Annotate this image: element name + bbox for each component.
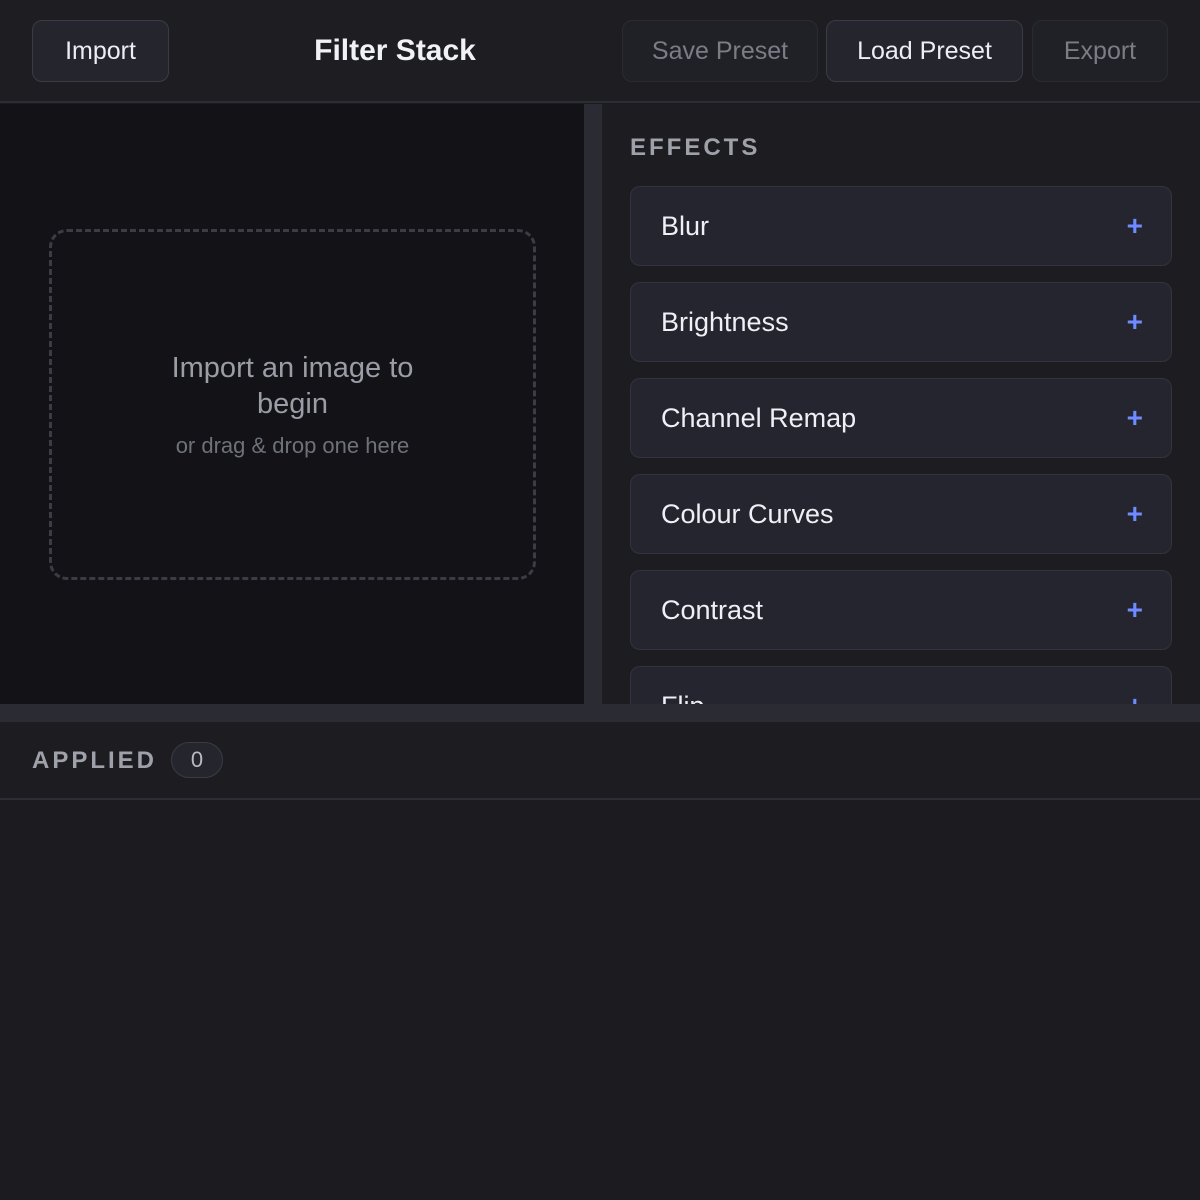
effect-item-colour-curves[interactable]: Colour Curves + — [630, 474, 1172, 554]
applied-count-badge: 0 — [171, 742, 223, 778]
image-dropzone[interactable]: Import an image to begin or drag & drop … — [49, 229, 536, 580]
dropzone-prompt: Import an image to begin — [171, 351, 414, 420]
effect-item-brightness[interactable]: Brightness + — [630, 282, 1172, 362]
effects-heading: EFFECTS — [630, 134, 761, 161]
plus-icon[interactable]: + — [1127, 187, 1143, 265]
vertical-splitter[interactable] — [584, 104, 602, 704]
plus-icon[interactable]: + — [1127, 283, 1143, 361]
toolbar: Import Filter Stack Save Preset Load Pre… — [0, 0, 1200, 103]
effect-label: Blur — [661, 211, 710, 241]
plus-icon[interactable]: + — [1127, 379, 1143, 457]
effect-label: Channel Remap — [661, 403, 857, 433]
effects-panel: EFFECTS Blur + Brightness + Channel Rema… — [602, 104, 1200, 704]
plus-icon[interactable]: + — [1127, 667, 1143, 704]
preview-canvas: Import an image to begin or drag & drop … — [0, 104, 584, 704]
app-title: Filter Stack — [314, 34, 476, 67]
applied-header: APPLIED 0 — [0, 722, 1200, 800]
effect-item-contrast[interactable]: Contrast + — [630, 570, 1172, 650]
effect-item-channel-remap[interactable]: Channel Remap + — [630, 378, 1172, 458]
effect-item-flip[interactable]: Flip + — [630, 666, 1172, 704]
applied-list — [0, 800, 1200, 1200]
save-preset-button[interactable]: Save Preset — [622, 20, 818, 82]
export-button[interactable]: Export — [1032, 20, 1168, 82]
dropzone-hint: or drag & drop one here — [175, 432, 410, 458]
import-button[interactable]: Import — [32, 20, 169, 82]
effect-label: Colour Curves — [661, 499, 834, 529]
effect-item-blur[interactable]: Blur + — [630, 186, 1172, 266]
plus-icon[interactable]: + — [1127, 571, 1143, 649]
horizontal-splitter[interactable] — [0, 704, 1200, 722]
effect-label: Brightness — [661, 307, 789, 337]
effect-label: Contrast — [661, 595, 764, 625]
plus-icon[interactable]: + — [1127, 475, 1143, 553]
applied-heading: APPLIED — [32, 747, 158, 774]
effect-label: Flip — [661, 667, 705, 704]
load-preset-button[interactable]: Load Preset — [826, 20, 1023, 82]
